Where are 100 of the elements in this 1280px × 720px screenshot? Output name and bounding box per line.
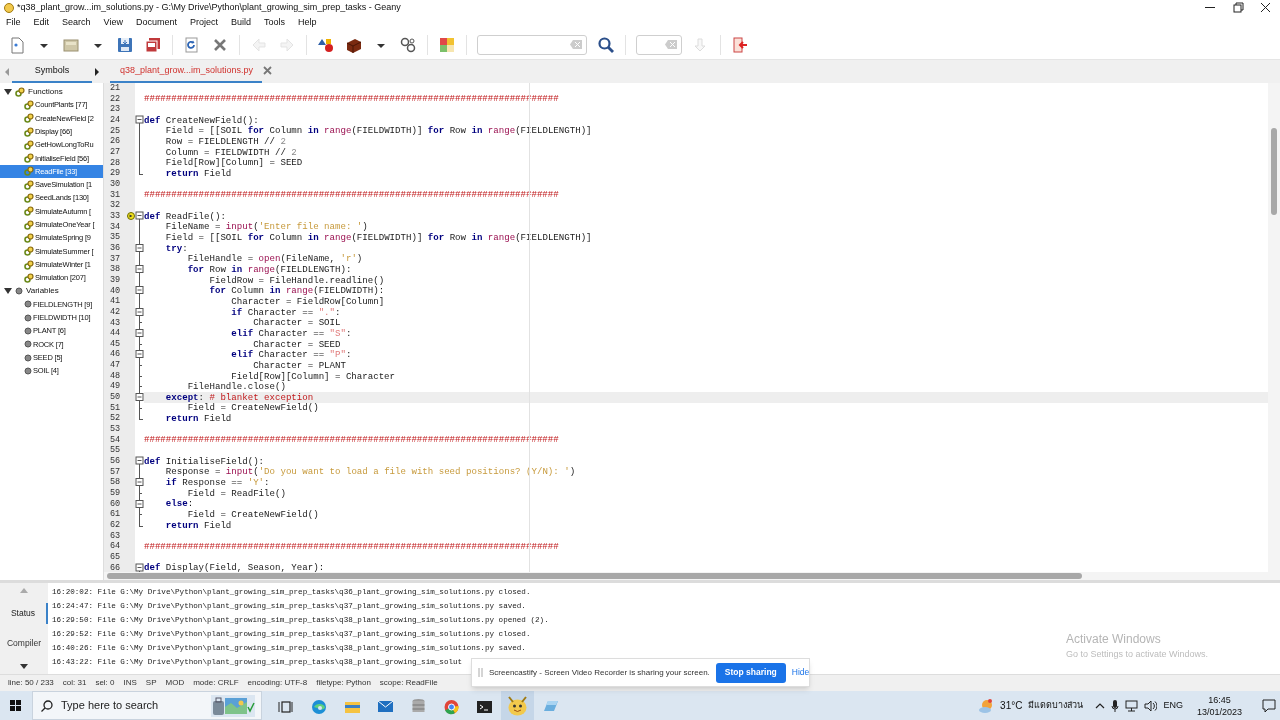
panel-tab[interactable]: Status — [0, 602, 48, 624]
status-item: mode: CRLF — [193, 677, 239, 689]
line-number: 44 — [109, 329, 122, 338]
code-line: def ReadFile(): — [144, 211, 226, 221]
search-icon[interactable] — [597, 35, 615, 54]
status-item: filetype: Python — [316, 677, 371, 689]
menu-item[interactable]: Edit — [33, 18, 50, 27]
fold-icon[interactable] — [135, 114, 144, 126]
speaker-icon[interactable] — [1144, 699, 1158, 712]
tree-group-label[interactable]: Variables — [26, 285, 59, 298]
line-number: 35 — [109, 233, 122, 242]
color-palette-icon[interactable] — [438, 35, 456, 54]
fold-icon[interactable] — [135, 285, 144, 297]
line-number: 60 — [109, 499, 122, 509]
reload-icon[interactable] — [183, 35, 201, 54]
down-arrow-icon[interactable] — [20, 664, 28, 670]
chain-link-icon — [24, 139, 34, 150]
app-icon — [508, 695, 527, 716]
expanded-arrow-icon[interactable] — [4, 87, 12, 96]
line-number: 21 — [109, 84, 122, 93]
chain-link-icon — [24, 206, 34, 217]
chain-link-icon — [24, 166, 34, 177]
microphone-icon[interactable] — [1111, 699, 1120, 712]
line-number-field[interactable] — [636, 34, 682, 55]
quit-icon[interactable] — [731, 35, 749, 54]
line-number: 64 — [109, 542, 122, 551]
code-line: ############################################################################ — [144, 542, 559, 552]
notification-icon[interactable] — [1262, 698, 1276, 713]
drag-handle-icon[interactable] — [478, 668, 483, 677]
panel-tab[interactable]: Compiler — [0, 633, 48, 655]
chain-link-icon — [24, 113, 34, 124]
weather-icon[interactable] — [978, 697, 995, 714]
code-line: return Field — [164, 414, 232, 424]
line-number: 52 — [109, 414, 122, 423]
menu-item[interactable]: Help — [298, 18, 317, 27]
language-indicator[interactable]: ENG — [1163, 698, 1183, 713]
status-item: col: 31 — [62, 677, 87, 689]
status-item: scope: ReadFile — [379, 677, 438, 689]
fold-icon[interactable] — [135, 210, 144, 222]
new-file-icon[interactable] — [8, 35, 26, 54]
dot-icon — [15, 287, 23, 296]
fold-icon[interactable] — [135, 306, 144, 318]
menu-item[interactable]: File — [6, 18, 21, 27]
fold-icon[interactable] — [135, 328, 144, 340]
menu-item[interactable]: Build — [230, 18, 251, 27]
fold-icon[interactable] — [135, 477, 144, 489]
gears-icon[interactable] — [399, 35, 417, 54]
line-number: 32 — [109, 201, 122, 210]
code-line: for Column in range(FIELDWIDTH): — [208, 286, 385, 296]
search-field[interactable] — [477, 34, 587, 55]
code-line: Field = CreateNewField() — [186, 403, 319, 413]
line-number: 22 — [109, 94, 122, 104]
scroll-right-icon[interactable] — [92, 66, 102, 77]
save-icon[interactable] — [116, 35, 134, 54]
stop-sharing-button[interactable]: Stop sharing — [715, 662, 786, 683]
line-number: 27 — [109, 148, 122, 157]
search-box[interactable]: Type here to search — [32, 691, 262, 720]
code-line: def CreateNewField(): — [144, 115, 259, 125]
fold-icon[interactable] — [135, 242, 144, 254]
clock[interactable]: 16:45 13/01/2023 — [1196, 693, 1242, 718]
fold-icon[interactable] — [135, 264, 144, 276]
line-number: 51 — [109, 403, 122, 413]
menu-item[interactable]: View — [103, 18, 123, 27]
line-number: 53 — [109, 425, 122, 434]
menu-item[interactable]: Search — [62, 18, 91, 27]
fold-icon[interactable] — [135, 349, 144, 361]
menu-item[interactable]: Document — [135, 18, 177, 27]
dot-icon — [24, 327, 32, 335]
fold-icon[interactable] — [135, 392, 144, 404]
hide-link[interactable]: Hide — [791, 666, 810, 679]
status-item: encoding: UTF-8 — [247, 677, 308, 689]
menu-item[interactable]: Tools — [264, 18, 285, 27]
code-line: def Display(Field, Season, Year): — [144, 563, 325, 572]
save-all-icon[interactable] — [144, 35, 162, 54]
share-notification: Screencastify - Screen Video Recorder is sharing your screen. Stop sharing Hide — [471, 658, 810, 687]
expanded-arrow-icon[interactable] — [4, 287, 12, 296]
chain-link-icon — [24, 246, 34, 257]
chain-link-icon — [24, 179, 34, 190]
tree-group-label[interactable]: Functions — [28, 85, 63, 98]
dot-icon — [24, 353, 32, 362]
line-number: 43 — [109, 318, 122, 327]
weather-condition: มีแดดบางส่วน — [1028, 698, 1084, 712]
line-number: 36 — [109, 243, 122, 253]
fold-icon[interactable] — [135, 498, 144, 510]
network-icon[interactable] — [1125, 699, 1139, 712]
code-line: Response = input('Do you want to load a file with seed positions? (Y/N): ') — [164, 467, 576, 477]
menu-item[interactable]: Project — [189, 18, 218, 27]
search-icon — [41, 699, 53, 712]
line-number: 50 — [109, 393, 122, 402]
line-number: 63 — [109, 531, 122, 541]
code-line: FileName = input('Enter file name: ') — [164, 222, 368, 232]
code-line: FileHandle.close() — [186, 382, 286, 392]
fold-icon[interactable] — [135, 562, 144, 572]
fold-icon[interactable] — [135, 455, 144, 467]
line-number: 37 — [109, 254, 122, 264]
scrollbar-thumb[interactable] — [107, 573, 1082, 579]
scrollbar-thumb[interactable] — [1271, 128, 1277, 215]
status-item: INS — [123, 677, 137, 689]
line-number: 42 — [109, 307, 122, 317]
line-number: 41 — [109, 297, 122, 306]
